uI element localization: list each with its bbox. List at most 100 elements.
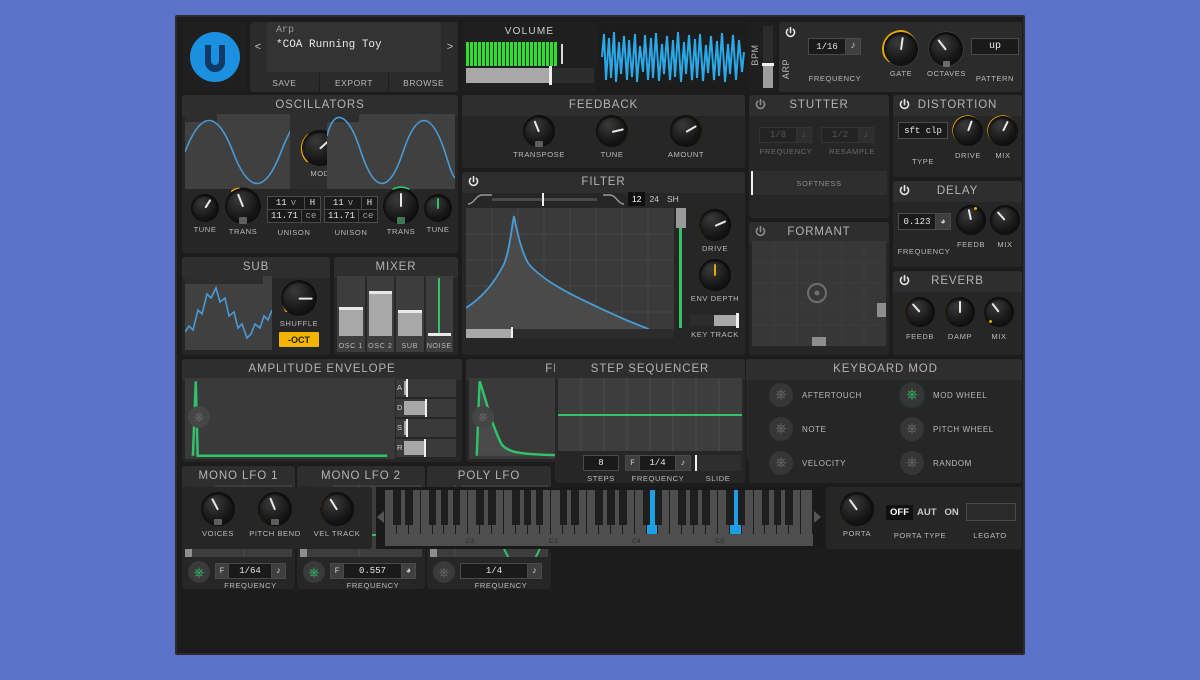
distortion-drive-knob[interactable]: DRIVE	[950, 115, 986, 160]
keyboard-mod-toggle-icon[interactable]: ⎈	[769, 417, 793, 441]
reverb-power-icon[interactable]	[898, 274, 911, 287]
lfo-mod-icon[interactable]: ⎈	[303, 561, 325, 583]
mixer-channel[interactable]: OSC 1	[337, 276, 365, 352]
porta-type-aut[interactable]: AUT	[913, 505, 941, 520]
piano-black-key[interactable]	[702, 490, 710, 525]
piano-black-key[interactable]	[559, 490, 568, 525]
envelope-mod-icon[interactable]: ⎈	[472, 406, 494, 428]
keyboard-mod-item[interactable]: ⎈ VELOCITY	[769, 451, 846, 475]
adsr-slider-r[interactable]: R	[396, 439, 456, 457]
filter-env-depth-knob[interactable]: ENV DEPTH	[690, 259, 740, 303]
stutter-frequency-field[interactable]: 1/8 ♪	[759, 127, 812, 143]
osc2-tune-knob[interactable]: TUNE	[421, 194, 455, 234]
distortion-mix-knob[interactable]: MIX	[987, 115, 1019, 160]
distortion-power-icon[interactable]	[898, 98, 911, 111]
lfo-frequency-field[interactable]: F 1/64 ♪	[215, 563, 286, 579]
legato-field[interactable]	[966, 503, 1016, 521]
reverb-mix-knob[interactable]: MIX	[984, 297, 1014, 341]
piano-black-key[interactable]	[511, 490, 520, 525]
osc2-unison-voices[interactable]: 11 v	[324, 196, 362, 210]
lfo-sync-flag[interactable]: F	[215, 563, 229, 579]
delay-frequency-clock-icon[interactable]: ◕	[936, 213, 951, 230]
lfo-note-icon[interactable]: ♪	[272, 563, 286, 579]
piano-black-key[interactable]	[535, 490, 544, 525]
sub-octave-button[interactable]: -OCT	[279, 332, 319, 347]
preset-prev-button[interactable]: <	[250, 22, 266, 72]
volume-slider[interactable]	[466, 66, 594, 85]
osc2-unison-h[interactable]: H	[362, 196, 378, 210]
filter-slope-sh[interactable]: SH	[663, 192, 683, 206]
adsr-slider-a[interactable]: A	[396, 379, 456, 397]
envelope-graph[interactable]: ⎈	[185, 378, 395, 459]
step-sequencer-frequency-note-icon[interactable]: ♪	[676, 455, 691, 471]
voices-knob[interactable]: VOICES	[192, 492, 244, 538]
filter-key-track-slider[interactable]	[690, 313, 740, 328]
mixer-channel[interactable]: OSC 2	[366, 276, 394, 352]
pitch-bend-knob[interactable]: PITCH BEND	[244, 492, 306, 538]
feedback-amount-knob[interactable]: AMOUNT	[656, 115, 716, 159]
keyboard-mod-toggle-icon[interactable]: ⎈	[769, 451, 793, 475]
step-sequencer-graph[interactable]	[558, 378, 742, 451]
piano-black-key[interactable]	[571, 490, 579, 525]
stutter-frequency-note-icon[interactable]: ♪	[797, 127, 812, 143]
piano-black-key[interactable]	[618, 490, 627, 525]
piano-black-key[interactable]	[452, 490, 461, 525]
mixer-channel[interactable]: NOISE	[425, 276, 453, 352]
stutter-power-icon[interactable]	[754, 98, 767, 111]
keyboard-mod-toggle-icon[interactable]: ⎈	[900, 417, 924, 441]
mixer-channel[interactable]: SUB	[396, 276, 424, 352]
filter-slope-24[interactable]: 24	[645, 192, 662, 206]
formant-power-icon[interactable]	[754, 225, 767, 238]
delay-frequency-field[interactable]: 0.123 ◕	[898, 213, 951, 230]
piano-black-key[interactable]	[737, 490, 746, 525]
arp-frequency-note-icon[interactable]: ♪	[846, 38, 861, 55]
delay-feedb-knob[interactable]: FEEDB	[953, 205, 989, 249]
stutter-softness-slider[interactable]: SOFTNESS	[751, 171, 887, 195]
piano-black-key[interactable]	[678, 490, 686, 525]
piano-black-key[interactable]	[654, 490, 663, 525]
adsr-slider-s[interactable]: S	[396, 419, 456, 437]
piano-keyboard[interactable]: C2 C3 C4 C5	[376, 487, 822, 549]
filter-response-graph[interactable]	[466, 208, 674, 338]
filter-slope-selector[interactable]: 12 24 SH	[628, 192, 683, 206]
envelope-adsr[interactable]: A D S R	[396, 378, 456, 459]
step-sequencer-frequency-field[interactable]: F 1/4 ♪	[625, 455, 691, 471]
export-button[interactable]: EXPORT	[320, 73, 390, 92]
filter-resonance-slider[interactable]	[676, 208, 686, 328]
piano-black-key[interactable]	[785, 490, 793, 525]
save-button[interactable]: SAVE	[250, 73, 320, 92]
vel-track-knob[interactable]: VEL TRACK	[308, 492, 366, 538]
osc1-unison-field[interactable]: 11 v H 11.71 ce UNISON	[267, 196, 321, 237]
piano-black-key[interactable]	[761, 490, 770, 525]
keyboard-mod-item[interactable]: ⎈ AFTERTOUCH	[769, 383, 862, 407]
step-sequencer-steps-field[interactable]: 8	[583, 455, 619, 471]
envelope-mod-icon[interactable]: ⎈	[188, 406, 210, 428]
lfo-sync-flag[interactable]: F	[330, 563, 344, 579]
osc1-unison-detune[interactable]: 11.71	[267, 209, 302, 223]
piano-black-key[interactable]	[476, 490, 484, 525]
piano-black-key[interactable]	[440, 490, 449, 525]
osc2-unison-field[interactable]: 11 v H 11.71 ce UNISON	[324, 196, 378, 237]
bpm-slider[interactable]	[762, 26, 774, 88]
arp-pattern-field[interactable]: up	[971, 38, 1019, 55]
piano-keys[interactable]: C2 C3 C4 C5	[385, 490, 813, 546]
filter-morph-slider[interactable]	[466, 192, 626, 207]
filter-cutoff-slider[interactable]	[466, 327, 674, 338]
piano-black-key[interactable]	[488, 490, 496, 525]
reverb-feedb-knob[interactable]: FEEDB	[902, 297, 938, 341]
piano-black-key[interactable]	[607, 490, 615, 525]
filter-slope-12[interactable]: 12	[628, 192, 646, 206]
keyboard-mod-item[interactable]: ⎈ NOTE	[769, 417, 826, 441]
osc1-unison-voices[interactable]: 11 v	[267, 196, 305, 210]
osc2-unison-detune[interactable]: 11.71	[324, 209, 359, 223]
delay-power-icon[interactable]	[898, 184, 911, 197]
stutter-resample-field[interactable]: 1/2 ♪	[821, 127, 874, 143]
osc1-trans-knob[interactable]: TRANS	[222, 187, 264, 236]
keyboard-mod-toggle-icon[interactable]: ⎈	[900, 383, 924, 407]
porta-knob[interactable]: PORTA	[834, 492, 880, 538]
piano-black-key[interactable]	[642, 490, 651, 525]
lfo-clock-icon[interactable]: ◕	[402, 563, 416, 579]
reverb-damp-knob[interactable]: DAMP	[943, 297, 977, 341]
piano-black-key[interactable]	[404, 490, 413, 525]
piano-black-key[interactable]	[773, 490, 782, 525]
